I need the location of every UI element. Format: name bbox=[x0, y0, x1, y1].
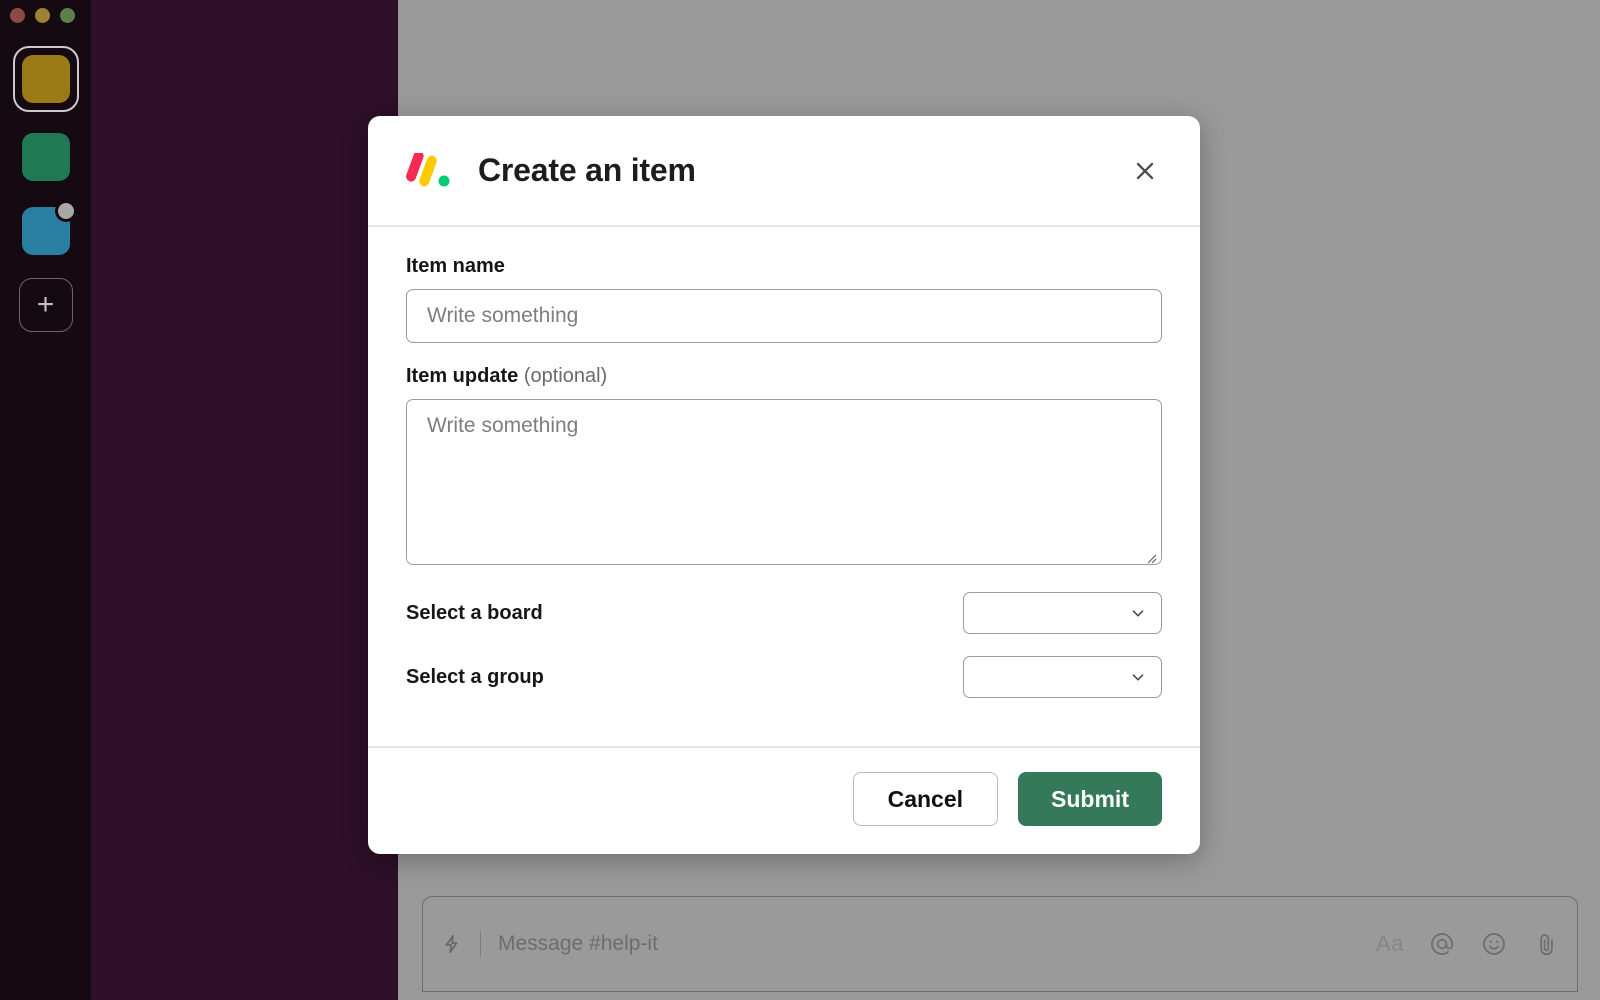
workspace-item-blue[interactable] bbox=[17, 202, 75, 260]
at-mention-icon[interactable] bbox=[1429, 931, 1455, 957]
dialog-header: Create an item bbox=[368, 116, 1200, 227]
item-update-label: Item update (optional) bbox=[406, 365, 1162, 388]
workspace-avatar bbox=[21, 133, 70, 181]
item-update-optional-text: (optional) bbox=[523, 365, 608, 387]
item-name-field-block: Item name bbox=[406, 255, 1162, 343]
window-close-button[interactable] bbox=[10, 8, 25, 23]
emoji-icon[interactable] bbox=[1481, 931, 1507, 957]
select-board-row: Select a board bbox=[406, 592, 1162, 634]
submit-button[interactable]: Submit bbox=[1018, 772, 1162, 826]
add-workspace-button[interactable]: + bbox=[17, 276, 75, 334]
dialog-body: Item name Item update (optional) bbox=[368, 227, 1200, 746]
plus-icon: + bbox=[18, 278, 73, 332]
item-update-textarea[interactable] bbox=[406, 399, 1162, 565]
item-update-field-block: Item update (optional) bbox=[406, 365, 1162, 570]
window-traffic-lights bbox=[10, 8, 75, 23]
workspace-list: + bbox=[0, 46, 91, 334]
item-name-input[interactable] bbox=[406, 289, 1162, 343]
select-group-dropdown[interactable] bbox=[963, 656, 1162, 698]
page-title: Create an item bbox=[478, 152, 696, 188]
item-update-label-text: Item update bbox=[406, 365, 519, 387]
app-root: + Message #help-it Aa Create an item Ite… bbox=[0, 0, 1600, 1000]
chevron-down-icon bbox=[1129, 668, 1147, 686]
close-icon[interactable] bbox=[1128, 154, 1162, 188]
select-group-label: Select a group bbox=[406, 665, 544, 688]
dialog-footer: Cancel Submit bbox=[368, 746, 1200, 854]
monday-logo-icon bbox=[406, 150, 450, 189]
window-minimize-button[interactable] bbox=[35, 8, 50, 23]
message-composer[interactable]: Message #help-it Aa bbox=[422, 896, 1578, 992]
paperclip-icon[interactable] bbox=[1533, 931, 1559, 957]
window-maximize-button[interactable] bbox=[60, 8, 75, 23]
composer-divider bbox=[480, 931, 481, 957]
lightning-bolt-icon[interactable] bbox=[441, 933, 463, 955]
formatting-icon[interactable]: Aa bbox=[1376, 931, 1403, 957]
composer-left-group: Message #help-it bbox=[441, 931, 1377, 957]
workspace-item-gold[interactable] bbox=[12, 46, 79, 112]
workspace-item-green[interactable] bbox=[17, 128, 75, 186]
channel-sidebar bbox=[91, 0, 398, 1000]
select-board-dropdown[interactable] bbox=[963, 592, 1162, 634]
item-update-textarea-wrap bbox=[406, 399, 1162, 570]
select-board-label: Select a board bbox=[406, 601, 543, 624]
workspace-avatar bbox=[21, 55, 70, 103]
workspace-rail: + bbox=[0, 0, 91, 1000]
notification-badge bbox=[57, 203, 74, 219]
item-name-label: Item name bbox=[406, 255, 505, 277]
create-item-dialog: Create an item Item name Item update (op… bbox=[368, 116, 1200, 854]
chevron-down-icon bbox=[1129, 604, 1147, 622]
message-input-placeholder[interactable]: Message #help-it bbox=[498, 932, 658, 956]
composer-right-group: Aa bbox=[1376, 931, 1559, 957]
cancel-button[interactable]: Cancel bbox=[852, 772, 999, 826]
select-group-row: Select a group bbox=[406, 656, 1162, 698]
